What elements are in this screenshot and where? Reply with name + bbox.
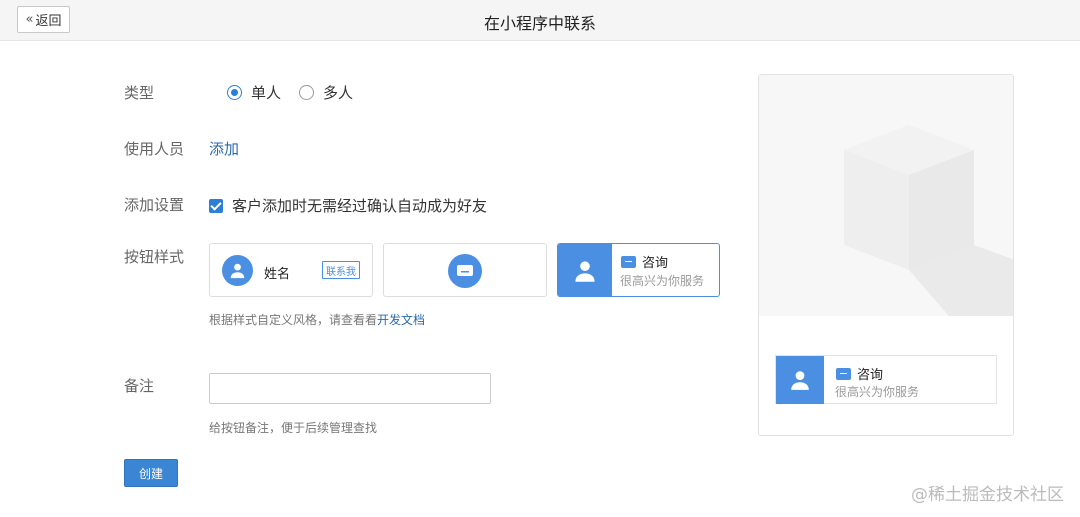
top-bar: « 返回 在小程序中联系 — [0, 0, 1080, 41]
dev-docs-link[interactable]: 开发文档 — [377, 313, 425, 327]
radio-single-label: 单人 — [251, 84, 282, 102]
radio-multiple-label: 多人 — [323, 84, 354, 102]
consult-subtitle: 很高兴为你服务 — [620, 274, 705, 288]
radio-multiple-control[interactable] — [299, 85, 315, 100]
preview-placeholder-image — [759, 75, 1013, 316]
style-option-icon-card[interactable] — [383, 243, 547, 297]
type-radio-group: 单人 多人 — [227, 82, 371, 103]
consult-title-text: 咨询 — [642, 256, 669, 271]
auto-friend-label: 客户添加时无需经过确认自动成为好友 — [232, 197, 488, 215]
auto-friend-option[interactable]: 客户添加时无需经过确认自动成为好友 — [209, 195, 487, 216]
user-icon — [558, 244, 612, 296]
preview-consult-subtitle: 很高兴为你服务 — [835, 385, 920, 399]
preview-consult-title: 咨询 — [836, 364, 883, 383]
auto-friend-checkbox[interactable] — [209, 198, 223, 213]
type-label: 类型 — [124, 84, 155, 102]
user-icon — [222, 255, 253, 286]
add-users-link[interactable]: 添加 — [209, 138, 239, 159]
radio-single[interactable]: 单人 — [227, 82, 281, 103]
consult-title: 咨询 — [621, 252, 668, 271]
preview-consult-title-text: 咨询 — [857, 368, 884, 383]
note-hint: 给按钮备注，便于后续管理查找 — [209, 421, 378, 435]
style-option-name-card[interactable]: 姓名 联系我 — [209, 243, 373, 297]
style-hint-text: 根据样式自定义风格，请查看看 — [209, 313, 378, 327]
button-style-label: 按钮样式 — [124, 248, 185, 266]
users-label: 使用人员 — [124, 140, 185, 158]
style-hint: 根据样式自定义风格，请查看看开发文档 — [209, 311, 425, 328]
message-icon — [621, 255, 636, 268]
settings-label: 添加设置 — [124, 196, 185, 214]
page-title: 在小程序中联系 — [483, 14, 596, 33]
message-icon — [836, 367, 851, 380]
create-button[interactable]: 创建 — [124, 459, 178, 487]
preview-panel: 咨询 很高兴为你服务 — [758, 74, 1014, 436]
style-option-consult-card[interactable]: 咨询 很高兴为你服务 — [557, 243, 720, 297]
message-icon — [448, 254, 482, 288]
watermark: @稀土掘金技术社区 — [911, 485, 1064, 505]
note-input[interactable] — [209, 373, 491, 404]
card-name-text: 姓名 — [264, 267, 291, 282]
radio-single-control[interactable] — [227, 85, 242, 100]
contact-me-tag: 联系我 — [322, 261, 360, 279]
note-label: 备注 — [124, 377, 155, 395]
radio-multiple[interactable]: 多人 — [299, 82, 353, 103]
preview-consult-card: 咨询 很高兴为你服务 — [775, 355, 997, 404]
user-icon — [776, 356, 824, 404]
